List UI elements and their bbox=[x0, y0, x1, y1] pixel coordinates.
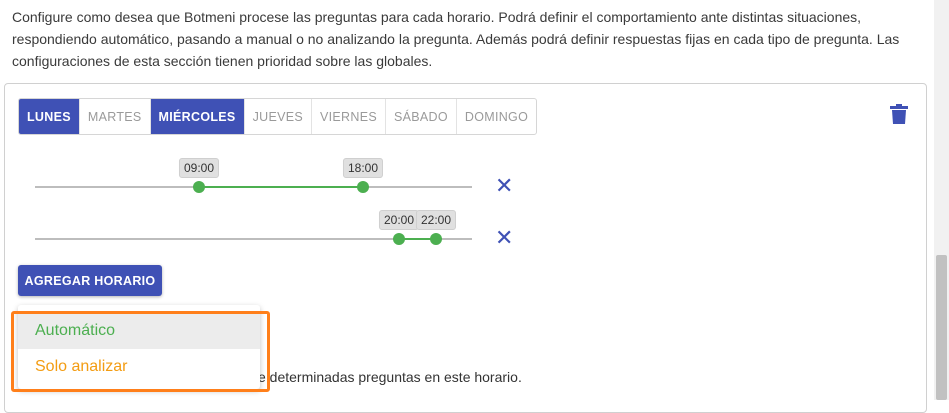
partial-label: e determinadas preguntas en este horario… bbox=[258, 369, 522, 385]
slider-range bbox=[199, 186, 363, 188]
slider-start-label: 20:00 bbox=[378, 210, 420, 230]
day-miercoles[interactable]: MIÉRCOLES bbox=[150, 99, 245, 134]
section-description: Configure como desea que Botmeni procese… bbox=[12, 9, 900, 69]
slider-start-label: 09:00 bbox=[178, 158, 220, 178]
trash-icon[interactable] bbox=[890, 104, 908, 124]
slider-end-handle[interactable] bbox=[430, 233, 442, 245]
day-jueves[interactable]: JUEVES bbox=[245, 99, 312, 134]
day-domingo[interactable]: DOMINGO bbox=[457, 99, 536, 134]
add-schedule-button[interactable]: AGREGAR HORARIO bbox=[18, 265, 162, 296]
close-icon[interactable]: ✕ bbox=[495, 227, 513, 249]
slider-end-handle[interactable] bbox=[357, 181, 369, 193]
day-viernes[interactable]: VIERNES bbox=[312, 99, 386, 134]
day-sabado[interactable]: SÁBADO bbox=[386, 99, 457, 134]
highlight-box bbox=[11, 311, 270, 392]
day-martes[interactable]: MARTES bbox=[80, 99, 151, 134]
close-icon[interactable]: ✕ bbox=[495, 175, 513, 197]
day-selector: LUNES MARTES MIÉRCOLES JUEVES VIERNES SÁ… bbox=[18, 98, 538, 135]
scrollbar-thumb[interactable] bbox=[936, 255, 947, 400]
slider-end-label: 22:00 bbox=[415, 210, 457, 230]
day-lunes[interactable]: LUNES bbox=[19, 99, 80, 134]
slider-start-handle[interactable] bbox=[393, 233, 405, 245]
slider-start-handle[interactable] bbox=[193, 181, 205, 193]
slider-end-label: 18:00 bbox=[342, 158, 384, 178]
